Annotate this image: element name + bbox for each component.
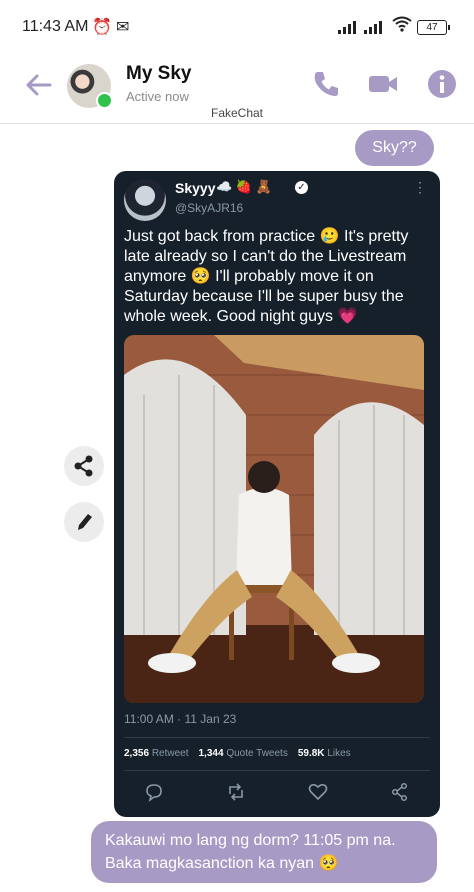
tweet-name-emojis: ☁️ 🍓 🧸	[216, 179, 272, 194]
more-options-icon[interactable]: ⋮	[413, 179, 428, 196]
like-label: Likes	[327, 748, 351, 759]
tweet-author-name: Skyyy	[175, 180, 216, 196]
alarm-icon: ⏰	[92, 19, 112, 36]
reply-icon[interactable]	[144, 782, 164, 802]
tweet-photo	[124, 335, 424, 703]
pencil-icon	[78, 514, 92, 530]
quote-label: Quote Tweets	[226, 748, 288, 759]
mail-icon: ✉	[116, 19, 130, 36]
phone-call-icon[interactable]	[310, 68, 342, 100]
retweet-label: Retweet	[151, 748, 189, 759]
outgoing-message[interactable]: Kakauwi mo lang ng dorm? 11:05 pm na. Ba…	[91, 821, 437, 883]
verified-icon: ✓	[295, 181, 308, 194]
watermark-label: FakeChat	[210, 106, 264, 120]
divider	[124, 770, 430, 771]
tweet-stats: 2,356 Retweet 1,344 Quote Tweets 59.8K L…	[124, 748, 351, 759]
tweet-share-icon[interactable]	[390, 782, 410, 802]
signal-icon	[338, 20, 356, 34]
status-time: 11:43 AM	[22, 18, 89, 35]
video-call-icon[interactable]	[367, 68, 399, 100]
tweet-avatar	[124, 179, 166, 221]
like-count: 59.8K	[297, 748, 325, 759]
wifi-icon	[392, 16, 412, 32]
signal-icon-2	[364, 20, 382, 34]
share-button[interactable]	[64, 446, 104, 486]
active-status: Active now	[126, 89, 189, 104]
tweet-text: Just got back from practice 🥲 It's prett…	[124, 228, 409, 325]
status-bar: 11:43 AM ⏰ ✉ 47	[0, 0, 474, 48]
contact-name[interactable]: My Sky	[126, 63, 191, 85]
info-icon[interactable]	[426, 68, 458, 100]
tweet-handle: @SkyAJR16	[175, 201, 244, 215]
share-icon	[74, 455, 93, 477]
shared-tweet-card[interactable]: Skyyy ☁️ 🍓 🧸 ✓ @SkyAJR16 ⋮ Just got back…	[114, 171, 440, 817]
tweet-timestamp: 11:00 AM · 11 Jan 23	[124, 712, 237, 726]
outgoing-message[interactable]: Sky??	[355, 130, 434, 166]
retweet-icon[interactable]	[226, 782, 246, 802]
back-arrow-icon[interactable]	[24, 70, 54, 100]
retweet-count: 2,356	[124, 748, 150, 759]
edit-button[interactable]	[64, 502, 104, 542]
battery-icon: 47	[417, 20, 450, 35]
like-icon[interactable]	[308, 782, 328, 802]
divider	[124, 737, 430, 738]
quote-count: 1,344	[198, 748, 224, 759]
